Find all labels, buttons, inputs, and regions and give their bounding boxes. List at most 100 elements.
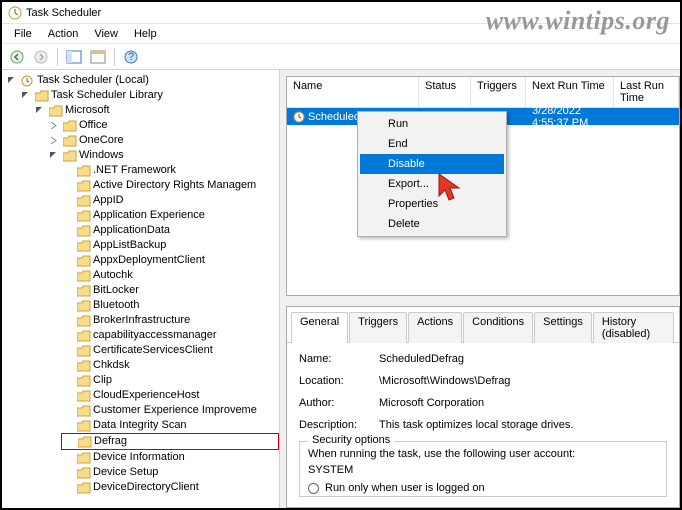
tree-node-devicedirectoryclient[interactable]: DeviceDirectoryClient bbox=[61, 480, 279, 495]
tree-label: CertificateServicesClient bbox=[93, 343, 213, 358]
tree-office[interactable]: Office bbox=[47, 118, 279, 133]
folder-icon bbox=[77, 330, 91, 342]
folder-icon bbox=[77, 390, 91, 402]
chevron-down-icon[interactable] bbox=[21, 91, 33, 100]
radio-icon bbox=[308, 483, 319, 494]
properties-button[interactable] bbox=[87, 46, 109, 68]
show-hide-tree-button[interactable] bbox=[63, 46, 85, 68]
tree-node-customer-experience-improveme[interactable]: Customer Experience Improveme bbox=[61, 403, 279, 418]
folder-icon bbox=[77, 345, 91, 357]
folder-icon bbox=[77, 315, 91, 327]
folder-icon bbox=[63, 150, 77, 162]
menu-view[interactable]: View bbox=[86, 26, 126, 42]
tree-onecore[interactable]: OneCore bbox=[47, 133, 279, 148]
chevron-right-icon[interactable] bbox=[49, 121, 61, 130]
folder-icon bbox=[77, 482, 91, 494]
menubar: File Action View Help bbox=[2, 24, 680, 44]
tree-root[interactable]: Task Scheduler (Local) bbox=[5, 73, 279, 88]
tree-label: Autochk bbox=[93, 268, 133, 283]
tree-node-data-integrity-scan[interactable]: Data Integrity Scan bbox=[61, 418, 279, 433]
task-list-header[interactable]: Name Status Triggers Next Run Time Last … bbox=[287, 77, 679, 108]
menu-file[interactable]: File bbox=[6, 26, 40, 42]
tab-triggers[interactable]: Triggers bbox=[349, 312, 407, 343]
tree-node-chkdsk[interactable]: Chkdsk bbox=[61, 358, 279, 373]
context-menu: Run End Disable Export... Properties Del… bbox=[357, 111, 507, 237]
tree-node-bluetooth[interactable]: Bluetooth bbox=[61, 298, 279, 313]
radio-run-logged-on[interactable]: Run only when user is logged on bbox=[308, 482, 658, 494]
menu-help[interactable]: Help bbox=[126, 26, 165, 42]
folder-icon bbox=[77, 405, 91, 417]
value-location: \Microsoft\Windows\Defrag bbox=[379, 375, 510, 387]
back-button[interactable] bbox=[6, 46, 28, 68]
tree-node-device-information[interactable]: Device Information bbox=[61, 450, 279, 465]
tab-conditions[interactable]: Conditions bbox=[463, 312, 533, 343]
tree-node-appxdeploymentclient[interactable]: AppxDeploymentClient bbox=[61, 253, 279, 268]
forward-button[interactable] bbox=[30, 46, 52, 68]
ctx-disable[interactable]: Disable bbox=[360, 154, 504, 174]
tree-node-brokerinfrastructure[interactable]: BrokerInfrastructure bbox=[61, 313, 279, 328]
col-name[interactable]: Name bbox=[287, 77, 419, 107]
folder-icon bbox=[35, 90, 49, 102]
folder-icon bbox=[77, 165, 91, 177]
tree-label: OneCore bbox=[79, 133, 124, 148]
security-legend: Security options bbox=[308, 434, 394, 446]
ctx-end[interactable]: End bbox=[360, 134, 504, 154]
detail-panel: General Triggers Actions Conditions Sett… bbox=[286, 306, 680, 508]
folder-icon bbox=[77, 270, 91, 282]
tree-label: AppID bbox=[93, 193, 124, 208]
tree-node-cloudexperiencehost[interactable]: CloudExperienceHost bbox=[61, 388, 279, 403]
folder-icon bbox=[77, 452, 91, 464]
menu-action[interactable]: Action bbox=[40, 26, 87, 42]
col-status[interactable]: Status bbox=[419, 77, 471, 107]
tree-node-autochk[interactable]: Autochk bbox=[61, 268, 279, 283]
col-last[interactable]: Last Run Time bbox=[614, 77, 679, 107]
help-button[interactable]: ? bbox=[120, 46, 142, 68]
tree-label: Office bbox=[79, 118, 108, 133]
tree-node-certificateservicesclient[interactable]: CertificateServicesClient bbox=[61, 343, 279, 358]
tree-node--net-framework[interactable]: .NET Framework bbox=[61, 163, 279, 178]
folder-icon bbox=[49, 105, 63, 117]
tab-actions[interactable]: Actions bbox=[408, 312, 462, 343]
folder-icon bbox=[77, 467, 91, 479]
folder-icon bbox=[63, 135, 77, 147]
ctx-run[interactable]: Run bbox=[360, 114, 504, 134]
tab-general[interactable]: General bbox=[291, 312, 348, 343]
ctx-export[interactable]: Export... bbox=[360, 174, 504, 194]
tree-label: Clip bbox=[93, 373, 112, 388]
tree-label: BitLocker bbox=[93, 283, 139, 298]
tab-history[interactable]: History (disabled) bbox=[593, 312, 674, 343]
col-triggers[interactable]: Triggers bbox=[471, 77, 526, 107]
folder-icon bbox=[77, 240, 91, 252]
tree-label: AppListBackup bbox=[93, 238, 166, 253]
tree-label: .NET Framework bbox=[93, 163, 176, 178]
chevron-right-icon[interactable] bbox=[49, 136, 61, 145]
ctx-delete[interactable]: Delete bbox=[360, 214, 504, 234]
folder-icon bbox=[77, 420, 91, 432]
col-next[interactable]: Next Run Time bbox=[526, 77, 614, 107]
tree-node-capabilityaccessmanager[interactable]: capabilityaccessmanager bbox=[61, 328, 279, 343]
chevron-down-icon[interactable] bbox=[35, 106, 47, 115]
tree-node-appid[interactable]: AppID bbox=[61, 193, 279, 208]
tree-node-defrag[interactable]: Defrag bbox=[61, 433, 279, 450]
tree-windows[interactable]: Windows bbox=[47, 148, 279, 163]
tab-settings[interactable]: Settings bbox=[534, 312, 592, 343]
toolbar: ? bbox=[2, 44, 680, 70]
tree-node-device-setup[interactable]: Device Setup bbox=[61, 465, 279, 480]
tree-panel[interactable]: Task Scheduler (Local) Task Scheduler Li… bbox=[2, 70, 280, 508]
tree-label: Device Information bbox=[93, 450, 185, 465]
tree-label: CloudExperienceHost bbox=[93, 388, 199, 403]
ctx-properties[interactable]: Properties bbox=[360, 194, 504, 214]
tree-microsoft[interactable]: Microsoft bbox=[33, 103, 279, 118]
tree-node-active-directory-rights-managem[interactable]: Active Directory Rights Managem bbox=[61, 178, 279, 193]
chevron-down-icon[interactable] bbox=[49, 151, 61, 160]
tree-node-applicationdata[interactable]: ApplicationData bbox=[61, 223, 279, 238]
security-options-group: Security options When running the task, … bbox=[299, 441, 667, 497]
tree-node-application-experience[interactable]: Application Experience bbox=[61, 208, 279, 223]
tree-library[interactable]: Task Scheduler Library bbox=[19, 88, 279, 103]
tree-node-clip[interactable]: Clip bbox=[61, 373, 279, 388]
tree-label: BrokerInfrastructure bbox=[93, 313, 190, 328]
tree-node-applistbackup[interactable]: AppListBackup bbox=[61, 238, 279, 253]
chevron-down-icon[interactable] bbox=[7, 76, 19, 85]
tree-node-bitlocker[interactable]: BitLocker bbox=[61, 283, 279, 298]
tree-label: DeviceDirectoryClient bbox=[93, 480, 199, 495]
